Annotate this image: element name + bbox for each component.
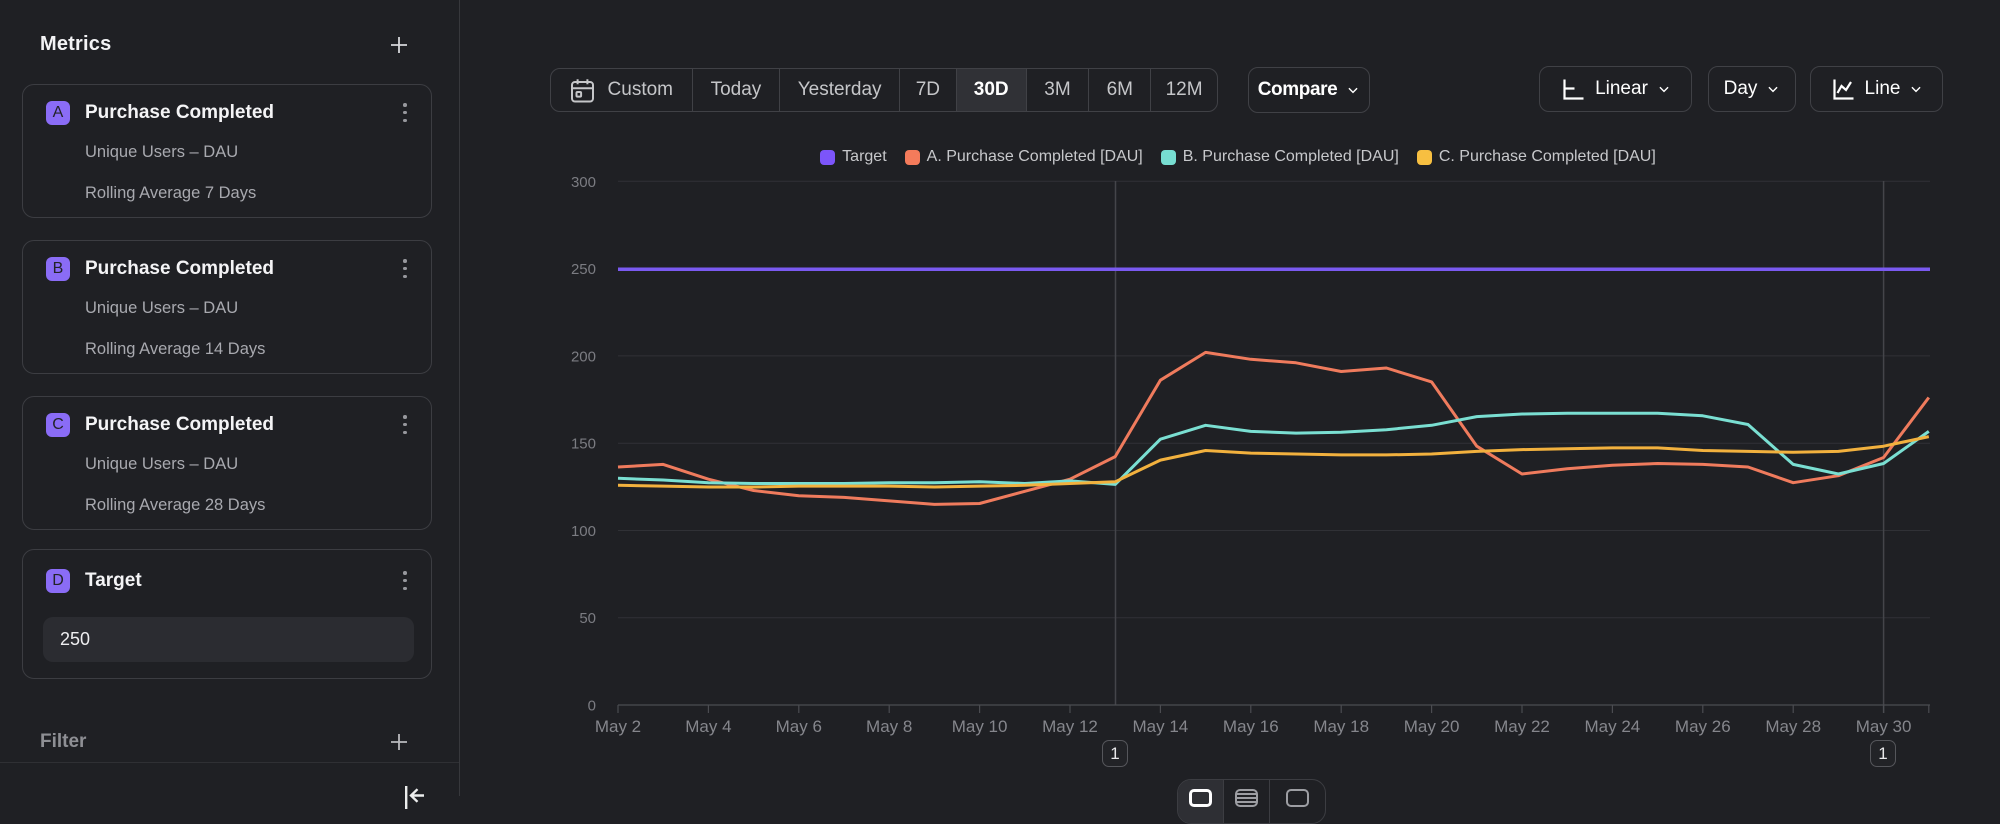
svg-text:150: 150	[571, 436, 596, 453]
svg-text:May 20: May 20	[1404, 717, 1460, 736]
svg-text:300: 300	[571, 174, 596, 191]
svg-text:50: 50	[579, 610, 596, 627]
svg-text:May 28: May 28	[1765, 717, 1821, 736]
svg-text:May 18: May 18	[1313, 717, 1369, 736]
svg-text:May 4: May 4	[685, 717, 731, 736]
svg-text:200: 200	[571, 348, 596, 365]
svg-text:May 22: May 22	[1494, 717, 1550, 736]
svg-text:May 24: May 24	[1585, 717, 1641, 736]
svg-text:May 16: May 16	[1223, 717, 1279, 736]
svg-text:May 14: May 14	[1133, 717, 1189, 736]
svg-text:May 2: May 2	[595, 717, 641, 736]
svg-text:May 12: May 12	[1042, 717, 1098, 736]
svg-text:May 6: May 6	[776, 717, 822, 736]
svg-text:May 30: May 30	[1856, 717, 1912, 736]
svg-text:May 10: May 10	[952, 717, 1008, 736]
svg-text:May 8: May 8	[866, 717, 912, 736]
svg-text:0: 0	[588, 698, 596, 715]
svg-text:100: 100	[571, 523, 596, 540]
svg-text:250: 250	[571, 261, 596, 278]
svg-text:May 26: May 26	[1675, 717, 1731, 736]
